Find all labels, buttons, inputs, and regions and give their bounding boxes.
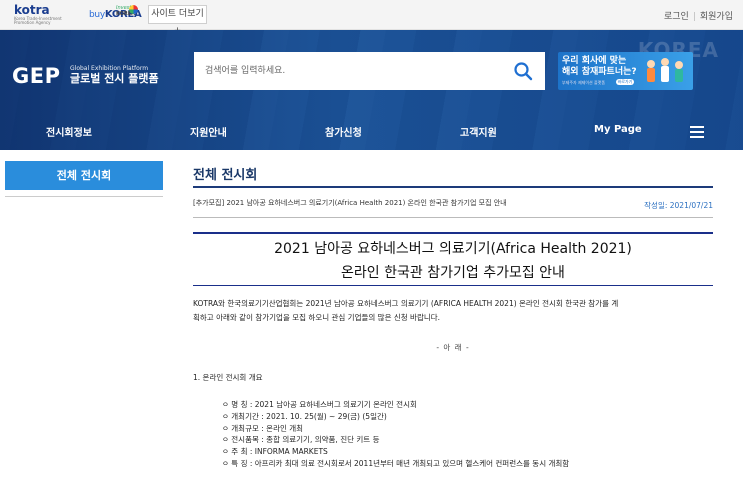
list-item: ㅇ 개최규모 : 온라인 개최: [222, 423, 304, 433]
site-more-button[interactable]: 사이트 더보기 +: [148, 5, 207, 36]
intro-line1: KOTRA와 한국의료기기산업협회는 2021년 남아공 요하네스버그 의료기기…: [193, 299, 619, 308]
people-illustration-icon: [647, 58, 683, 82]
sidebar-divider: [5, 196, 163, 197]
top-utility-bar: kotra Korea Trade-Investment Promotion A…: [0, 0, 743, 36]
buykorea-prefix: buy: [89, 10, 105, 20]
search-icon[interactable]: [513, 61, 533, 81]
search-box: [194, 52, 545, 90]
headline-bottom-rule: [193, 285, 713, 286]
nav-customer-support[interactable]: 고객지원: [460, 124, 497, 139]
kotra-logo[interactable]: kotra Korea Trade-Investment Promotion A…: [14, 4, 70, 26]
overview-list: ㅇ 명 칭 : 2021 남아공 요하네스버그 의료기기 온라인 전시회 ㅇ 개…: [222, 399, 569, 470]
intro-line2: 획하고 아래와 같이 참가기업을 모집 하오니 관심 기업들의 많은 신청 바랍…: [193, 313, 441, 322]
kotra-logo-subtext: Korea Trade-Investment Promotion Agency: [14, 16, 62, 25]
gep-logo-subtitle: Global Exhibition Platform 글로벌 전시 플랫폼: [70, 65, 159, 85]
main-nav: 전시회정보 지원안내 참가신청 고객지원 My Page: [0, 114, 743, 150]
investkorea-logo[interactable]: Invest KOREA: [116, 5, 142, 25]
search-input[interactable]: [194, 52, 504, 90]
gep-subtitle-en: Global Exhibition Platform: [70, 65, 149, 72]
banner-line2: 해외 참재파트너는?: [562, 67, 637, 77]
top-links: 로그인 | 회원가입: [664, 9, 733, 22]
login-link[interactable]: 로그인: [664, 12, 689, 22]
banner-pill: 바로가기: [616, 79, 634, 85]
headline-line1: 2021 남아공 요하네스버그 의료기기(Africa Health 2021): [274, 241, 632, 257]
list-item: ㅇ 전시품목 : 종합 의료기기, 의약품, 진단 키트 등: [222, 435, 380, 445]
headline-top-rule: [193, 232, 713, 234]
signup-link[interactable]: 회원가입: [700, 12, 733, 22]
hamburger-menu-icon[interactable]: [690, 126, 704, 138]
nav-apply[interactable]: 참가신청: [325, 124, 362, 139]
intro-paragraph: KOTRA와 한국의료기기산업협회는 2021년 남아공 요하네스버그 의료기기…: [193, 297, 713, 325]
list-item: ㅇ 명 칭 : 2021 남아공 요하네스버그 의료기기 온라인 전시회: [222, 400, 417, 409]
nav-exhibition-info[interactable]: 전시회정보: [46, 124, 92, 139]
below-marker: - 아 래 -: [436, 343, 470, 352]
partner-banner[interactable]: 우리 회사에 맞는 해외 참재파트너는? 부제주자 제제이션 플랫폼 바로가기: [558, 52, 693, 90]
notice-divider: [193, 217, 713, 218]
main-header: KOREA GEP Global Exhibition Platform 글로벌…: [0, 30, 743, 150]
banner-line3: 부제주자 제제이션 플랫폼: [562, 80, 606, 85]
page-title: 전체 전시회: [193, 168, 258, 183]
link-separator: |: [692, 12, 696, 22]
notice-date: 작성일: 2021/07/21: [644, 201, 713, 210]
list-item: ㅇ 주 최 : INFORMA MARKETS: [222, 447, 328, 457]
headline-line2: 온라인 한국관 참가기업 추가모집 안내: [341, 265, 565, 281]
notice-title: [추가모집] 2021 남아공 요하네스버그 의료기기(Africa Healt…: [193, 199, 507, 207]
kotra-logo-text: kotra: [14, 3, 50, 17]
gep-subtitle-kr: 글로벌 전시 플랫폼: [70, 72, 159, 85]
investkorea-emblem-icon: [129, 5, 138, 14]
banner-line1: 우리 회사에 맞는: [562, 56, 627, 66]
nav-my-page[interactable]: My Page: [594, 124, 642, 135]
nav-support-guide[interactable]: 지원안내: [190, 124, 227, 139]
list-item: ㅇ 개최기간 : 2021. 10. 25(월) ~ 29(금) (5일간): [222, 411, 387, 421]
sidebar-item-all-exhibitions[interactable]: 전체 전시회: [5, 161, 163, 190]
title-divider: [193, 186, 713, 188]
gep-logo[interactable]: GEP: [12, 64, 60, 88]
section-heading: 1. 온라인 전시회 개요: [193, 373, 263, 382]
list-item: ㅇ 특 징 : 아프리카 최대 의료 전시회로서 2011년부터 매년 개최되고…: [222, 458, 570, 468]
